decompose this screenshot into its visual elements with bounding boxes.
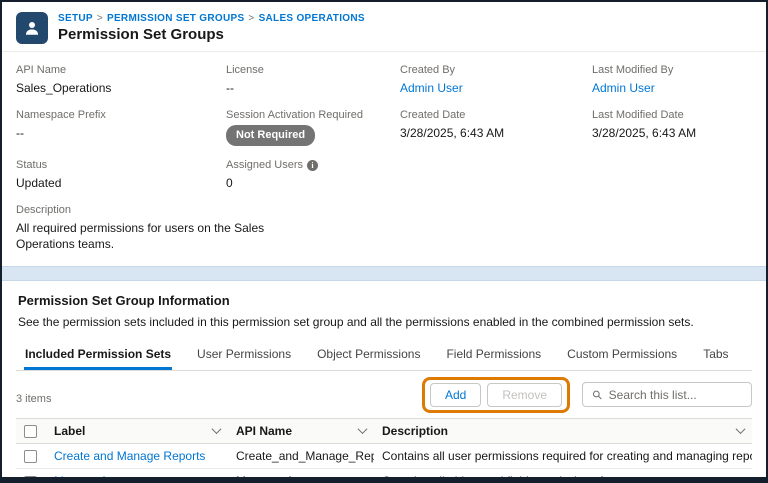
not-required-badge: Not Required bbox=[226, 125, 316, 147]
field-label: Last Modified By bbox=[592, 64, 674, 76]
created-by-link[interactable]: Admin User bbox=[400, 81, 463, 95]
last-modified-by-link[interactable]: Admin User bbox=[592, 81, 655, 95]
item-count: 3 items bbox=[16, 392, 52, 405]
field-created-date: Created Date 3/28/2025, 6:43 AM bbox=[400, 109, 592, 146]
tab-user-permissions[interactable]: User Permissions bbox=[196, 339, 292, 370]
chevron-down-icon[interactable] bbox=[735, 424, 746, 435]
field-description: Description All required permissions for… bbox=[16, 204, 400, 252]
permission-set-group-page: SETUP > PERMISSION SET GROUPS > SALES OPERAT… bbox=[0, 0, 768, 483]
field-last-modified-by: Last Modified By Admin User bbox=[592, 64, 752, 96]
table-header-row: Label API Name Description bbox=[16, 417, 752, 444]
search-input[interactable] bbox=[608, 387, 742, 402]
field-label: Assigned Users bbox=[226, 159, 304, 172]
field-value: 3/28/2025, 6:43 AM bbox=[400, 126, 505, 141]
section-divider bbox=[2, 265, 766, 281]
tab-bar: Included Permission Sets User Permission… bbox=[16, 339, 752, 371]
field-api-name: API Name Sales_Operations bbox=[16, 64, 226, 96]
permission-set-group-icon bbox=[16, 12, 48, 44]
field-value: -- bbox=[16, 126, 24, 141]
chevron-down-icon[interactable] bbox=[357, 424, 368, 435]
page-header: SETUP > PERMISSION SET GROUPS > SALES OPERAT… bbox=[2, 2, 766, 52]
detail-fields: API Name Sales_Operations License -- Cre… bbox=[2, 52, 766, 266]
list-toolbar: 3 items Add Remove bbox=[2, 371, 766, 418]
field-label: Created Date bbox=[400, 109, 466, 122]
description-cell: Contains all object and field permission… bbox=[374, 468, 752, 477]
info-icon[interactable]: i bbox=[307, 159, 319, 171]
breadcrumb-separator: > bbox=[96, 13, 103, 24]
field-label: API Name bbox=[16, 64, 67, 76]
breadcrumb-sales-operations[interactable]: SALES OPERATIONS bbox=[259, 13, 365, 24]
permission-set-link[interactable]: Manage Accounts bbox=[54, 474, 149, 477]
section-title: Permission Set Group Information bbox=[18, 292, 230, 308]
remove-button[interactable]: Remove bbox=[487, 382, 562, 407]
search-icon bbox=[592, 390, 602, 399]
column-label: API Name bbox=[236, 423, 293, 438]
column-header-label[interactable]: Label bbox=[46, 417, 228, 444]
tab-custom-permissions[interactable]: Custom Permissions bbox=[566, 339, 678, 370]
column-label: Description bbox=[382, 423, 449, 438]
field-label: Created By bbox=[400, 64, 456, 76]
field-status: Status Updated bbox=[16, 159, 226, 191]
row-checkbox[interactable] bbox=[24, 450, 37, 464]
field-last-modified-date: Last Modified Date 3/28/2025, 6:43 AM bbox=[592, 109, 752, 146]
tab-field-permissions[interactable]: Field Permissions bbox=[445, 339, 542, 370]
field-label: Namespace Prefix bbox=[16, 109, 106, 122]
field-value: 0 bbox=[226, 176, 233, 191]
field-assigned-users: Assigned Users i 0 bbox=[226, 159, 400, 191]
api-name-cell: Manage_Accounts bbox=[228, 468, 374, 477]
psg-information-card: Permission Set Group Information See the… bbox=[2, 281, 766, 477]
field-value: -- bbox=[226, 81, 234, 95]
table-row: Create and Manage Reports Create_and_Man… bbox=[16, 443, 752, 470]
breadcrumb-setup[interactable]: SETUP bbox=[58, 13, 93, 24]
user-icon bbox=[26, 22, 38, 35]
field-value: Updated bbox=[16, 176, 62, 191]
field-value: Sales_Operations bbox=[16, 81, 112, 95]
field-license: License -- bbox=[226, 64, 400, 96]
column-header-api-name[interactable]: API Name bbox=[228, 417, 374, 444]
field-value: All required permissions for users on th… bbox=[16, 221, 265, 252]
tab-tabs[interactable]: Tabs bbox=[702, 339, 729, 370]
field-value: 3/28/2025, 6:43 AM bbox=[592, 126, 697, 141]
breadcrumb-separator: > bbox=[248, 13, 255, 24]
field-session-activation: Session Activation Required Not Required bbox=[226, 109, 400, 147]
page-title: Permission Set Groups bbox=[58, 26, 224, 43]
field-label: License bbox=[226, 64, 264, 76]
list-search[interactable] bbox=[582, 382, 752, 408]
row-checkbox[interactable] bbox=[24, 475, 37, 477]
permission-set-link[interactable]: Create and Manage Reports bbox=[54, 449, 205, 463]
tab-included-permission-sets[interactable]: Included Permission Sets bbox=[24, 339, 172, 370]
table-row: Manage Accounts Manage_Accounts Contains… bbox=[16, 468, 752, 477]
field-label: Last Modified Date bbox=[592, 109, 684, 122]
column-header-description[interactable]: Description bbox=[374, 417, 752, 444]
highlight-annotation: Add Remove bbox=[421, 376, 570, 413]
permission-sets-table: Label API Name Description Create and Ma… bbox=[2, 417, 766, 477]
description-cell: Contains all user permissions required f… bbox=[374, 443, 752, 470]
api-name-cell: Create_and_Manage_Reports bbox=[228, 443, 374, 470]
field-label: Description bbox=[16, 204, 72, 217]
field-namespace-prefix: Namespace Prefix -- bbox=[16, 109, 226, 146]
add-button[interactable]: Add bbox=[429, 382, 482, 407]
column-label: Label bbox=[54, 423, 86, 438]
breadcrumb: SETUP > PERMISSION SET GROUPS > SALES OPERAT… bbox=[58, 13, 365, 24]
field-label: Session Activation Required bbox=[226, 109, 363, 122]
breadcrumb-permission-set-groups[interactable]: PERMISSION SET GROUPS bbox=[107, 13, 244, 24]
section-description: See the permission sets included in this… bbox=[18, 314, 694, 329]
field-label: Status bbox=[16, 159, 48, 172]
tab-object-permissions[interactable]: Object Permissions bbox=[316, 339, 421, 370]
header-text: SETUP > PERMISSION SET GROUPS > SALES OPERAT… bbox=[58, 13, 365, 43]
select-all-checkbox[interactable] bbox=[24, 424, 37, 438]
field-created-by: Created By Admin User bbox=[400, 64, 592, 96]
chevron-down-icon[interactable] bbox=[211, 424, 222, 435]
